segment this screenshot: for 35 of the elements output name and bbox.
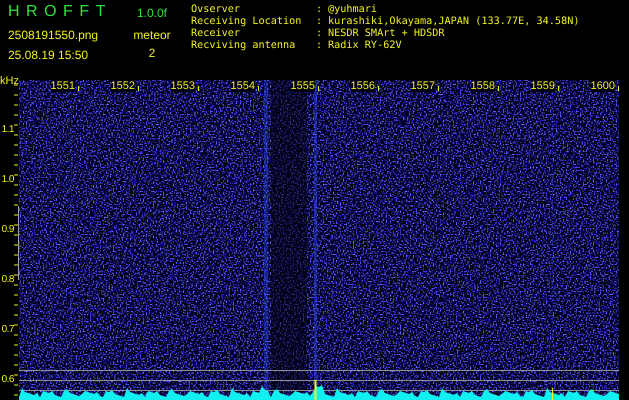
axis-unit: kHz [0,75,19,87]
info-label: Receiver [191,28,242,40]
info-label: Recviving antenna [191,40,296,52]
y-tick-label: 1.1 [2,124,14,136]
x-tick-label: 1557 [410,80,435,92]
info-value: @yuhmari [328,4,378,16]
x-tick-label: 1552 [110,80,135,92]
y-tick-label: 0.9 [2,224,14,236]
info-value: Radix RY-62V [328,40,403,52]
y-tick-label: 0.8 [2,274,14,286]
x-tick-label: 1559 [530,80,555,92]
x-tick-label: 1555 [290,80,315,92]
info-label: Receiving Location [191,16,302,28]
y-tick-label: 0.6 [2,374,14,386]
x-tick-label: 1551 [50,80,75,92]
info-value: NESDR SMArt + HDSDR [328,28,446,40]
info-separator: : [316,16,324,28]
version-label: 1.0.0f [136,5,168,22]
y-tick-label: 1.0 [2,174,14,186]
info-separator: : [316,28,324,40]
info-value: kurashiki,Okayama,JAPAN (133.77E, 34.58N) [328,16,580,28]
x-tick-label: 1600 [590,80,615,92]
x-tick-label: 1556 [350,80,375,92]
y-tick-label: 0.7 [2,324,14,336]
x-tick-label: 1553 [170,80,195,92]
date-time: 25.08.19 15:50 [8,48,88,62]
app-title: HROFFT [8,2,112,22]
info-label: Ovserver [191,4,242,16]
info-separator: : [316,40,324,52]
file-name: 2508191550.png [8,28,98,42]
mode-label: meteor [133,28,171,42]
info-separator: : [316,4,324,16]
x-tick-label: 1554 [230,80,255,92]
count-label: 2 [148,46,156,60]
x-tick-label: 1558 [470,80,495,92]
